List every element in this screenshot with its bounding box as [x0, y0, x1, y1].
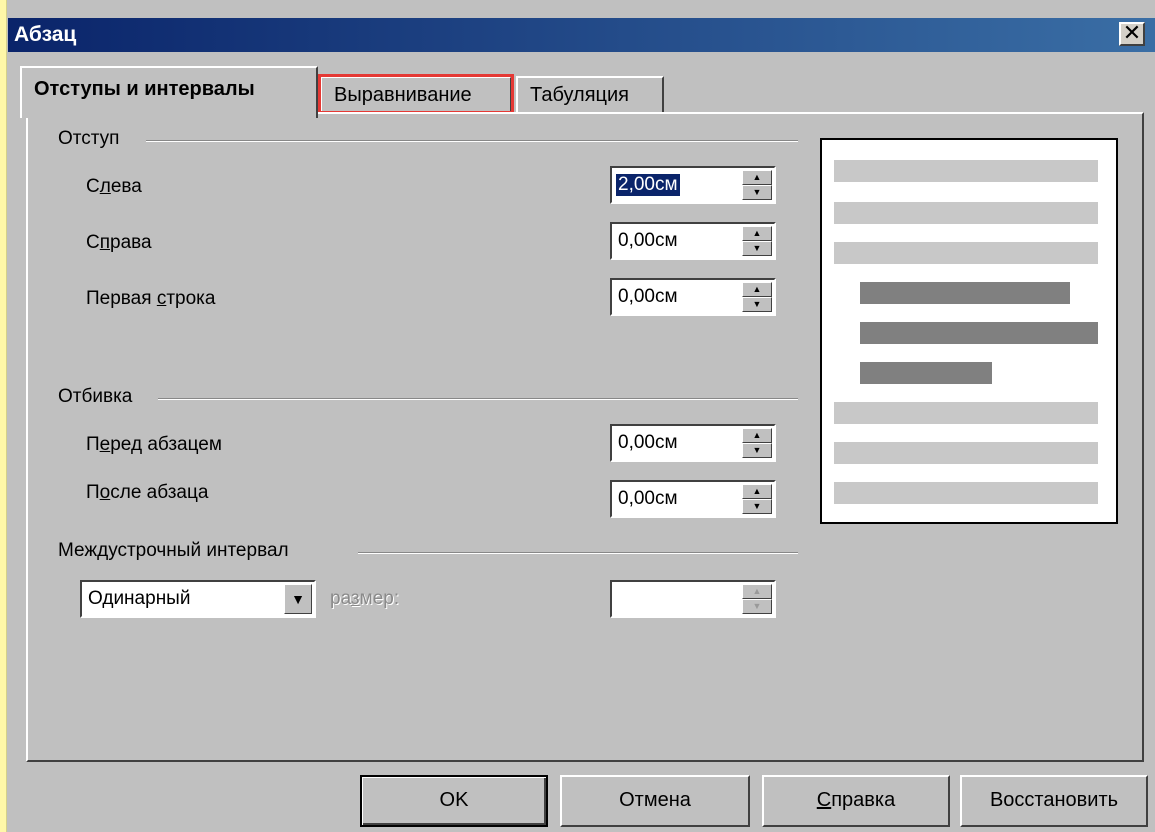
preview-line: [834, 402, 1098, 424]
preview-line: [834, 482, 1098, 504]
preview-current-line: [860, 362, 992, 384]
right-indent-label: Справа: [86, 232, 152, 253]
tab-label: Выравнивание: [334, 84, 472, 106]
spin-down-icon[interactable]: ▼: [742, 443, 772, 458]
spacing-separator: [158, 398, 798, 400]
right-indent-value[interactable]: 0,00см: [618, 230, 678, 252]
left-indent-spinner[interactable]: 2,00см ▲ ▼: [610, 166, 776, 204]
left-indent-value[interactable]: 2,00см: [616, 174, 680, 196]
spin-down-icon[interactable]: ▼: [742, 241, 772, 256]
before-paragraph-spinner[interactable]: 0,00см ▲ ▼: [610, 424, 776, 462]
cancel-button[interactable]: Отмена: [560, 775, 750, 827]
spin-up-icon[interactable]: ▲: [742, 226, 772, 241]
first-line-spinner[interactable]: 0,00см ▲ ▼: [610, 278, 776, 316]
preview-line: [834, 202, 1098, 224]
after-paragraph-label: После абзаца: [86, 482, 209, 503]
tab-label: Табуляция: [530, 84, 629, 106]
spin-down-icon[interactable]: ▼: [742, 499, 772, 514]
spin-up-icon[interactable]: ▲: [742, 484, 772, 499]
before-paragraph-value[interactable]: 0,00см: [618, 432, 678, 454]
first-line-value[interactable]: 0,00см: [618, 286, 678, 308]
after-paragraph-spinner[interactable]: 0,00см ▲ ▼: [610, 480, 776, 518]
tab-indents-spacing[interactable]: Отступы и интервалы: [20, 66, 318, 118]
preview-current-line: [860, 322, 1098, 344]
indent-heading: Отступ: [58, 128, 120, 149]
reset-button[interactable]: Восстановить: [960, 775, 1148, 827]
spacing-heading: Отбивка: [58, 386, 133, 407]
spin-up-icon[interactable]: ▲: [742, 428, 772, 443]
window-edge-accent: [0, 0, 7, 832]
spin-up-icon[interactable]: ▲: [742, 282, 772, 297]
close-icon: ✕: [1122, 20, 1142, 45]
spin-down-icon: ▼: [742, 599, 772, 614]
preview-current-line: [860, 282, 1070, 304]
line-spacing-size-label: размер:: [330, 588, 400, 609]
spin-up-icon[interactable]: ▲: [742, 170, 772, 185]
left-indent-label: Слева: [86, 176, 142, 197]
indent-separator: [146, 140, 798, 142]
paragraph-preview: [820, 138, 1118, 524]
help-button[interactable]: Справка: [762, 775, 950, 827]
tab-alignment[interactable]: Выравнивание: [318, 74, 514, 114]
title-bar[interactable]: Абзац ✕: [8, 18, 1155, 52]
right-indent-spinner[interactable]: 0,00см ▲ ▼: [610, 222, 776, 260]
line-spacing-value: Одинарный: [88, 588, 191, 609]
tab-tabs[interactable]: Табуляция: [516, 76, 664, 112]
spin-up-icon: ▲: [742, 584, 772, 599]
tab-label: Отступы и интервалы: [34, 78, 255, 100]
line-spacing-select[interactable]: Одинарный ▼: [80, 580, 316, 618]
close-button[interactable]: ✕: [1119, 22, 1145, 46]
line-spacing-separator: [358, 552, 798, 554]
preview-line: [834, 442, 1098, 464]
before-paragraph-label: Перед абзацем: [86, 434, 222, 455]
preview-line: [834, 242, 1098, 264]
first-line-label: Первая строка: [86, 288, 216, 309]
spin-down-icon[interactable]: ▼: [742, 185, 772, 200]
line-spacing-size-spinner[interactable]: ▲ ▼: [610, 580, 776, 618]
line-spacing-heading: Междустрочный интервал: [58, 540, 289, 561]
ok-button[interactable]: OK: [360, 775, 548, 827]
spin-down-icon[interactable]: ▼: [742, 297, 772, 312]
after-paragraph-value[interactable]: 0,00см: [618, 488, 678, 510]
window-title: Абзац: [14, 23, 77, 46]
chevron-down-icon[interactable]: ▼: [284, 584, 312, 614]
preview-line: [834, 160, 1098, 182]
